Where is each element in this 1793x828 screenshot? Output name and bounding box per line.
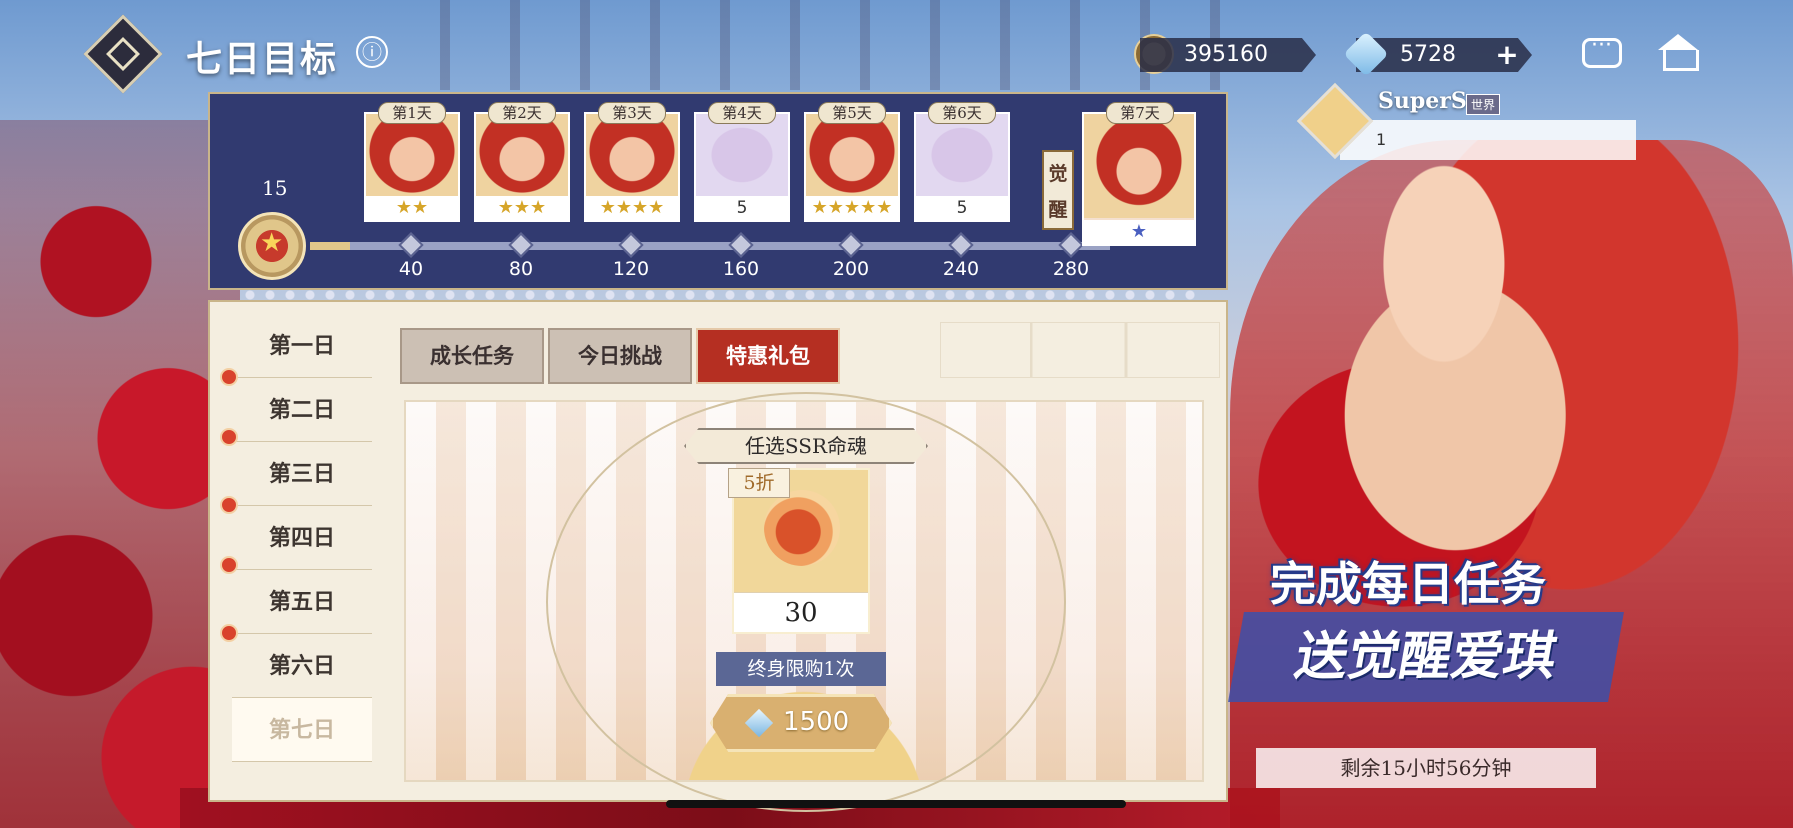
discount-badge: 5折 [728, 468, 790, 498]
offer-quantity: 30 [734, 592, 868, 632]
milestone-node [948, 232, 974, 258]
milestone-node [728, 232, 754, 258]
day-tab-5[interactable]: 第五日 [220, 570, 372, 642]
reward-day-label: 第5天 [818, 102, 886, 124]
milestone-label: 200 [832, 258, 870, 280]
day-tab-7[interactable]: 第七日 [232, 698, 372, 762]
day-label: 第三日 [268, 461, 335, 487]
earring-item-icon [916, 114, 1008, 196]
milestone-node [508, 232, 534, 258]
reward-quantity: 5 [696, 196, 788, 220]
purchase-limit: 终身限购1次 [716, 652, 886, 686]
add-gems-button[interactable]: + [1492, 38, 1522, 72]
day-label: 第七日 [268, 717, 335, 743]
reward-day-1[interactable]: ★★ 第1天 [364, 102, 460, 222]
day-label: 第五日 [268, 589, 335, 615]
reward-day-label: 第3天 [598, 102, 666, 124]
reward-day-label: 第4天 [708, 102, 776, 124]
milestone-node [1058, 232, 1084, 258]
day-tab-2[interactable]: 第二日 [220, 378, 372, 446]
milestone-label: 160 [722, 258, 760, 280]
buy-button[interactable]: 1500 [710, 694, 892, 752]
reward-day-label: 第2天 [488, 102, 556, 124]
milestone-label: 280 [1052, 258, 1090, 280]
character-portrait-icon [366, 114, 458, 196]
gem-icon [744, 708, 774, 738]
milestone-node [398, 232, 424, 258]
reward-day-5[interactable]: ★★★★★ 第5天 [804, 102, 900, 222]
tab-daily-challenge[interactable]: 今日挑战 [548, 328, 692, 384]
character-portrait-icon [806, 114, 898, 196]
buy-price: 1500 [783, 707, 850, 737]
current-points: 15 [262, 176, 288, 200]
home-indicator[interactable] [666, 800, 1126, 808]
offer-title: 任选SSR命魂 [684, 428, 928, 464]
promo-headline: 完成每日任务 [1270, 557, 1546, 611]
milestone-node [838, 232, 864, 258]
reward-stars: ★★★★ [586, 196, 678, 220]
character-portrait-icon [1084, 114, 1194, 218]
character-illustration [1230, 140, 1793, 828]
player-name: SuperS [1378, 88, 1467, 114]
reward-stars: ★ [1084, 220, 1194, 244]
soul-orb-icon [764, 490, 840, 566]
reward-day-label: 第1天 [378, 102, 446, 124]
medal-star-icon: ★ [260, 228, 284, 258]
info-icon[interactable]: ⓘ [356, 36, 388, 68]
milestone-label: 40 [398, 258, 424, 280]
page-title: 七日目标 [186, 38, 339, 80]
reward-day-4[interactable]: 5 第4天 [694, 102, 790, 222]
reward-day-label: 第6天 [928, 102, 996, 124]
seven-day-panel: 15 ★ 40 80 120 160 200 240 280 ★★ 第1天 ★★… [208, 92, 1228, 812]
progress-panel: 15 ★ 40 80 120 160 200 240 280 ★★ 第1天 ★★… [208, 92, 1228, 302]
home-icon[interactable] [1658, 34, 1699, 71]
milestone-label: 240 [942, 258, 980, 280]
background-roses [0, 120, 240, 828]
chat-icon[interactable] [1582, 33, 1622, 68]
day-tab-1[interactable]: 第一日 [220, 314, 372, 386]
reward-day-3[interactable]: ★★★★ 第3天 [584, 102, 680, 222]
milestone-node [618, 232, 644, 258]
reward-day-2[interactable]: ★★★ 第2天 [474, 102, 570, 222]
day-list: 第一日 第二日 第三日 第四日 第五日 第六日 第七日 [220, 314, 372, 762]
day-label: 第四日 [268, 525, 335, 551]
header-decoration [940, 322, 1220, 378]
promo-subheadline: 送觉醒爱琪 [1228, 612, 1624, 702]
event-timer: 剩余15小时56分钟 [1256, 748, 1596, 788]
milestone-label: 120 [612, 258, 650, 280]
awaken-tag: 觉醒 [1042, 150, 1074, 230]
tab-special-packs[interactable]: 特惠礼包 [696, 328, 840, 384]
milestone-label: 80 [508, 258, 534, 280]
reward-day-6[interactable]: 5 第6天 [914, 102, 1010, 222]
chat-message-preview[interactable]: 1 [1340, 120, 1636, 160]
reward-stars: ★★ [366, 196, 458, 220]
progress-track-fill [310, 242, 350, 250]
weapon-item-icon [696, 114, 788, 196]
day-tab-6[interactable]: 第六日 [232, 634, 372, 698]
day-tab-4[interactable]: 第四日 [220, 506, 372, 574]
world-channel-badge: 世界 [1466, 94, 1501, 115]
reward-quantity: 5 [916, 196, 1008, 220]
progress-track [310, 242, 1110, 250]
reward-day-7[interactable]: ★ 第7天 [1082, 102, 1196, 246]
day-label: 第六日 [268, 653, 335, 679]
character-portrait-icon [476, 114, 568, 196]
reward-stars: ★★★ [476, 196, 568, 220]
offer-stage: 任选SSR命魂 30 5折 终身限购1次 1500 [404, 392, 1204, 812]
day-tab-3[interactable]: 第三日 [220, 442, 372, 514]
reward-day-label: 第7天 [1106, 102, 1174, 124]
reward-stars: ★★★★★ [806, 196, 898, 220]
tab-growth-tasks[interactable]: 成长任务 [400, 328, 544, 384]
day-label: 第二日 [268, 397, 335, 423]
day-label: 第一日 [268, 333, 335, 359]
character-portrait-icon [586, 114, 678, 196]
gold-balance: 395160 [1140, 38, 1316, 72]
content-panel: 第一日 第二日 第三日 第四日 第五日 第六日 第七日 成长任务 今日挑战 特惠… [208, 300, 1228, 812]
